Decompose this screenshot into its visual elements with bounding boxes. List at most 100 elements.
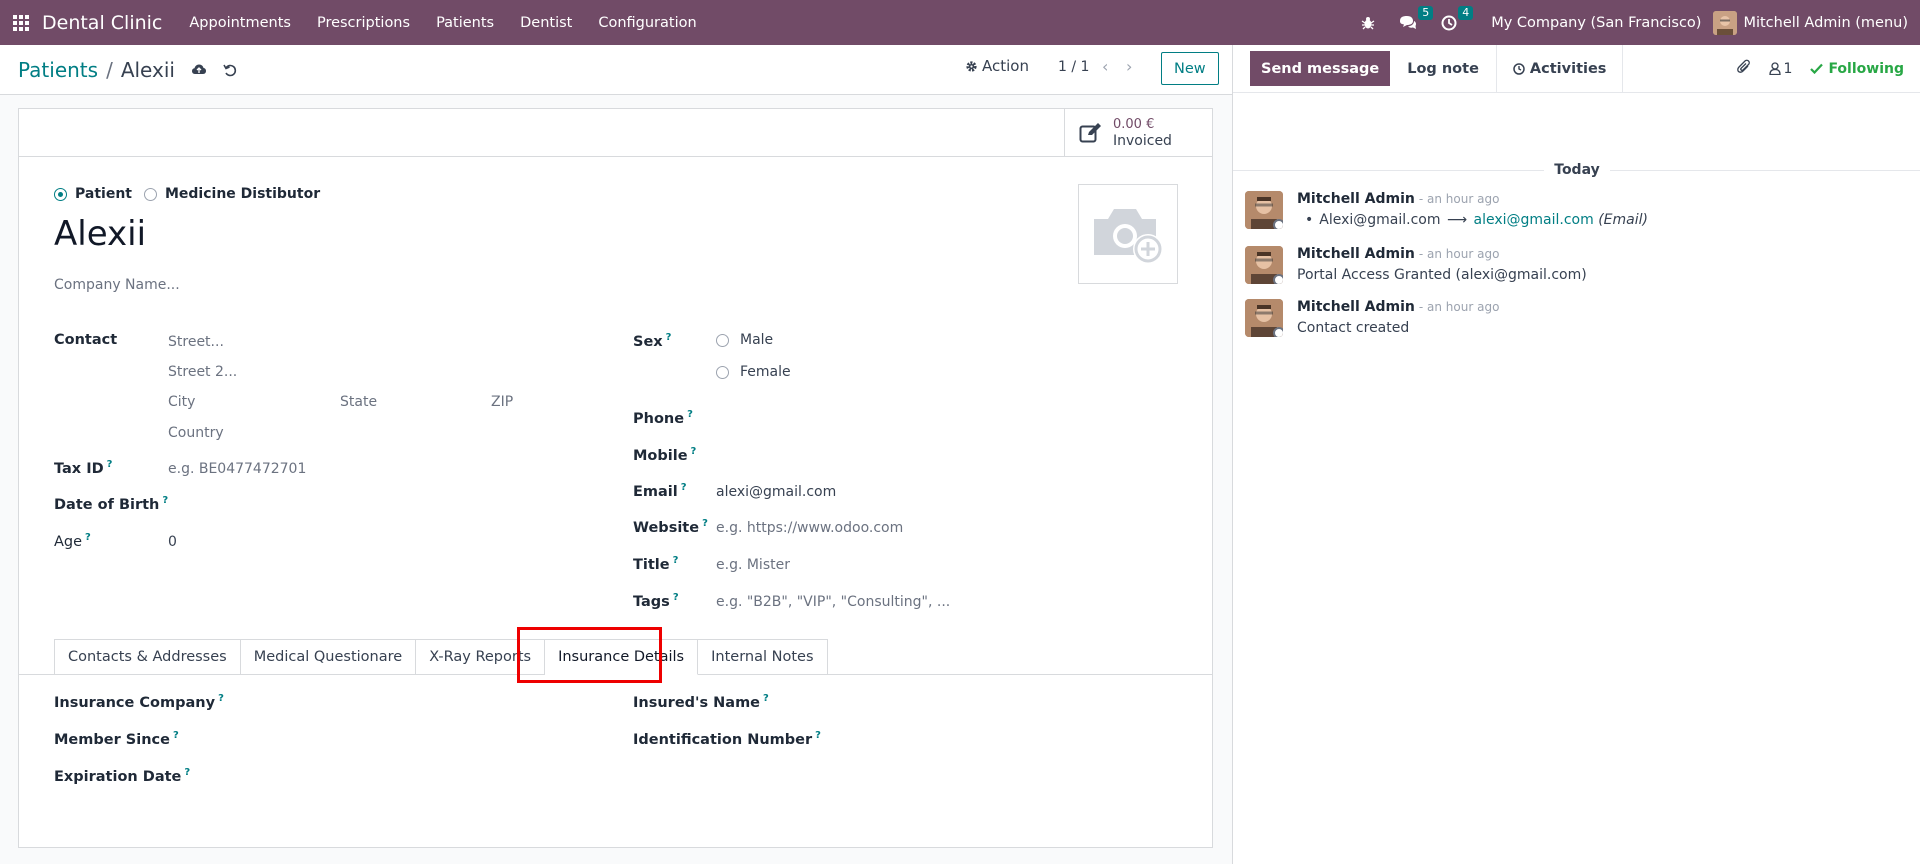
radio-medicine-distributor-label: Medicine Distibutor [164, 186, 321, 202]
author-avatar[interactable] [1245, 246, 1283, 284]
photo-upload[interactable] [1078, 184, 1178, 284]
attachment-paperclip-icon[interactable] [1736, 59, 1751, 79]
street2-field[interactable]: Street 2... [168, 364, 237, 380]
radio-medicine-distributor[interactable] [143, 187, 157, 201]
chatter-topbar: Send message Log note Activities 1 Follo… [1233, 44, 1920, 93]
breadcrumb-patients[interactable]: Patients [18, 58, 98, 82]
zip-field[interactable]: ZIP [491, 394, 513, 410]
clock-icon [1513, 62, 1525, 75]
top-navbar: Dental Clinic Appointments Prescriptions… [0, 0, 1920, 45]
message-text: Contact created [1297, 320, 1410, 336]
chatter-message: Mitchell Admin - an hour ago Contact crea… [1245, 299, 1499, 337]
message-author[interactable]: Mitchell Admin [1297, 246, 1415, 262]
street-field[interactable]: Street... [168, 334, 224, 350]
followers-button[interactable]: 1 [1768, 60, 1793, 77]
author-avatar[interactable] [1245, 299, 1283, 337]
message-author[interactable]: Mitchell Admin [1297, 299, 1415, 315]
state-field[interactable]: State [340, 394, 377, 410]
invoiced-stat-button[interactable]: 0.00 € Invoiced [1064, 109, 1212, 157]
company-name-field[interactable]: Company Name... [54, 277, 180, 293]
help-icon: ? [687, 409, 693, 420]
menu-prescriptions[interactable]: Prescriptions [304, 15, 423, 31]
tab-contacts-addresses[interactable]: Contacts & Addresses [54, 639, 241, 675]
user-menu[interactable]: Mitchell Admin (menu) [1713, 10, 1920, 35]
country-field[interactable]: Country [168, 425, 224, 441]
tags-field[interactable]: e.g. "B2B", "VIP", "Consulting", ... [716, 594, 950, 610]
radio-patient[interactable] [54, 187, 67, 201]
email-field[interactable]: alexi@gmail.com [716, 484, 836, 500]
activities-button[interactable]: Activities [1497, 44, 1624, 93]
mobile-label: Mobile? [633, 446, 697, 464]
tab-medical-questionnaire[interactable]: Medical Questionare [240, 639, 417, 675]
invoiced-amount: 0.00 € [1113, 117, 1155, 132]
help-icon: ? [815, 730, 821, 741]
apps-grid-icon[interactable] [1, 0, 41, 45]
date-separator: Today [1233, 162, 1920, 178]
user-avatar [1713, 10, 1738, 35]
city-field[interactable]: City [168, 394, 195, 410]
new-button[interactable]: New [1161, 52, 1219, 85]
followers-count: 1 [1783, 60, 1793, 77]
following-label: Following [1828, 60, 1904, 77]
old-value: Alexi@gmail.com [1319, 212, 1441, 228]
status-dot [1273, 219, 1283, 229]
help-icon: ? [763, 693, 769, 704]
company-switcher[interactable]: My Company (San Francisco) [1479, 15, 1713, 31]
tab-internal-notes[interactable]: Internal Notes [698, 639, 828, 675]
tracked-field-name: (Email) [1598, 212, 1648, 228]
website-field[interactable]: e.g. https://www.odoo.com [716, 520, 903, 536]
menu-configuration[interactable]: Configuration [585, 15, 709, 31]
activities-label: Activities [1529, 60, 1607, 77]
camera-add-icon [1094, 209, 1163, 264]
radio-patient-label: Patient [75, 186, 132, 202]
help-icon: ? [85, 532, 91, 543]
radio-male[interactable] [716, 333, 729, 347]
status-dot [1273, 327, 1283, 337]
help-icon: ? [680, 482, 687, 493]
age-field[interactable]: 0 [168, 534, 177, 550]
chatter-panel: Send message Log note Activities 1 Follo… [1232, 44, 1920, 864]
pager-next-icon[interactable]: › [1126, 57, 1132, 76]
message-time: - an hour ago [1418, 300, 1500, 314]
pager-value[interactable]: 1 / 1 [1058, 59, 1089, 75]
help-icon: ? [172, 730, 179, 741]
debug-bug-icon[interactable] [1349, 16, 1387, 30]
title-field[interactable]: e.g. Mister [716, 557, 790, 573]
message-time: - an hour ago [1418, 247, 1500, 261]
patient-name-field[interactable]: Alexii [54, 214, 146, 254]
help-icon: ? [106, 459, 113, 470]
messages-chat-icon[interactable]: 5 [1387, 5, 1434, 31]
message-time: - an hour ago [1418, 192, 1500, 206]
chatter-message: Mitchell Admin - an hour ago • Alexi@gmail… [1245, 191, 1648, 229]
insurance-tab-highlight-box [517, 627, 662, 683]
member-since-label: Member Since? [54, 730, 179, 748]
activities-badge: 4 [1458, 5, 1474, 20]
sex-male-option[interactable]: Male [716, 332, 773, 348]
expiration-date-label: Expiration Date? [54, 767, 191, 785]
save-cloud-icon[interactable] [191, 63, 207, 77]
following-button[interactable]: Following [1810, 61, 1904, 77]
new-value: alexi@gmail.com [1473, 212, 1594, 228]
menu-patients[interactable]: Patients [423, 15, 507, 31]
message-author[interactable]: Mitchell Admin [1297, 191, 1415, 207]
radio-female[interactable] [716, 365, 729, 379]
tags-label: Tags? [633, 592, 679, 610]
send-message-button[interactable]: Send message [1250, 51, 1391, 86]
action-label: Action [982, 57, 1029, 75]
tax-id-field[interactable]: e.g. BE0477472701 [168, 461, 306, 477]
button-box: 0.00 € Invoiced [19, 109, 1212, 157]
help-icon: ? [690, 446, 697, 457]
menu-appointments[interactable]: Appointments [176, 15, 304, 31]
sex-female-option[interactable]: Female [716, 364, 791, 380]
help-icon: ? [184, 767, 191, 778]
invoiced-label: Invoiced [1113, 133, 1172, 149]
activities-clock-icon[interactable]: 4 [1429, 5, 1474, 31]
pager-previous-icon[interactable]: ‹ [1102, 57, 1108, 76]
app-brand[interactable]: Dental Clinic [42, 12, 162, 34]
log-note-button[interactable]: Log note [1390, 44, 1497, 93]
author-avatar[interactable] [1245, 191, 1283, 229]
tracking-value-change: • Alexi@gmail.com ⟶ alexi@gmail.com (Emai… [1305, 212, 1648, 228]
menu-dentist[interactable]: Dentist [507, 15, 585, 31]
action-menu-button[interactable]: Action [965, 57, 1029, 75]
discard-undo-icon[interactable] [223, 63, 237, 77]
